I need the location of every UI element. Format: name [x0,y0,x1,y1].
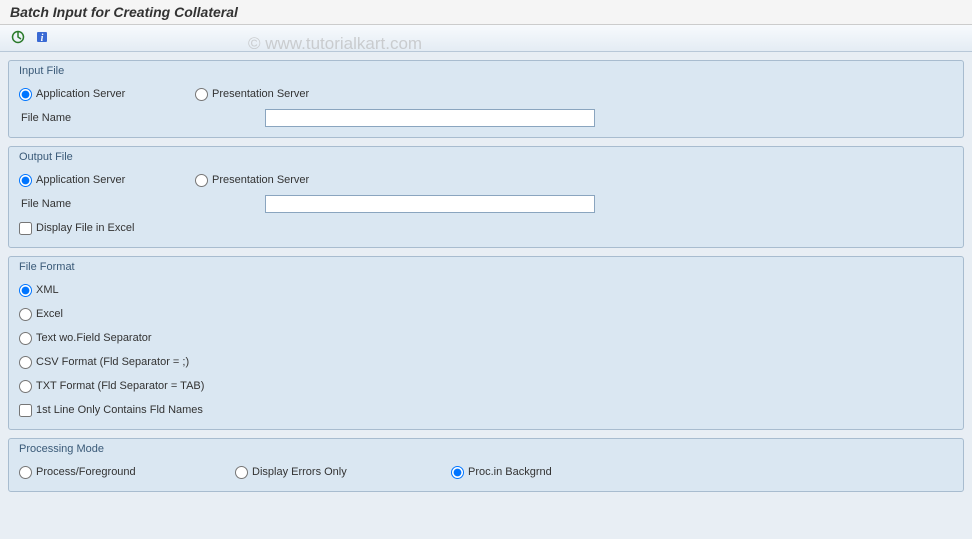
execute-icon [11,30,25,47]
radio-xml[interactable]: XML [19,284,59,297]
execute-button[interactable] [8,29,28,47]
radio-label: Presentation Server [212,88,309,100]
svg-text:i: i [41,33,44,44]
radio-label: Process/Foreground [36,466,136,478]
radio-input[interactable] [19,356,32,369]
info-icon: i [35,30,49,47]
radio-app-server[interactable]: Application Server [19,174,189,187]
radio-foreground[interactable]: Process/Foreground [19,466,229,479]
file-name-label: File Name [19,112,259,124]
radio-errors[interactable]: Display Errors Only [235,466,445,479]
page-title: Batch Input for Creating Collateral [0,0,972,25]
content: Input File Application Server Presentati… [0,52,972,508]
group-output-file: Output File Application Server Presentat… [8,146,964,248]
radio-input[interactable] [19,174,32,187]
group-heading: File Format [9,257,963,275]
group-heading: Processing Mode [9,439,963,457]
radio-input[interactable] [19,88,32,101]
radio-label: Excel [36,308,63,320]
checkbox-input[interactable] [19,222,32,235]
radio-excel[interactable]: Excel [19,308,63,321]
radio-label: Application Server [36,174,125,186]
radio-input[interactable] [451,466,464,479]
radio-pres-server[interactable]: Presentation Server [195,174,365,187]
group-input-file: Input File Application Server Presentati… [8,60,964,138]
radio-label: Application Server [36,88,125,100]
file-name-label: File Name [19,198,259,210]
check-display-excel[interactable]: Display File in Excel [19,222,134,235]
checkbox-label: Display File in Excel [36,222,134,234]
radio-input[interactable] [195,88,208,101]
radio-input[interactable] [235,466,248,479]
radio-csv[interactable]: CSV Format (Fld Separator = ;) [19,356,189,369]
radio-label: Proc.in Backgrnd [468,466,552,478]
file-name-input[interactable] [265,195,595,213]
checkbox-label: 1st Line Only Contains Fld Names [36,404,203,416]
radio-label: CSV Format (Fld Separator = ;) [36,356,189,368]
radio-label: TXT Format (Fld Separator = TAB) [36,380,204,392]
group-heading: Output File [9,147,963,165]
radio-input[interactable] [195,174,208,187]
group-heading: Input File [9,61,963,79]
radio-text-wo[interactable]: Text wo.Field Separator [19,332,152,345]
checkbox-input[interactable] [19,404,32,417]
radio-input[interactable] [19,284,32,297]
radio-label: Display Errors Only [252,466,347,478]
file-name-input[interactable] [265,109,595,127]
radio-app-server[interactable]: Application Server [19,88,189,101]
check-first-line[interactable]: 1st Line Only Contains Fld Names [19,404,203,417]
radio-input[interactable] [19,466,32,479]
group-processing-mode: Processing Mode Process/Foreground Displ… [8,438,964,492]
radio-label: Presentation Server [212,174,309,186]
radio-label: Text wo.Field Separator [36,332,152,344]
radio-input[interactable] [19,332,32,345]
radio-input[interactable] [19,308,32,321]
radio-label: XML [36,284,59,296]
radio-txt[interactable]: TXT Format (Fld Separator = TAB) [19,380,204,393]
radio-background[interactable]: Proc.in Backgrnd [451,466,661,479]
info-button[interactable]: i [32,29,52,47]
radio-input[interactable] [19,380,32,393]
group-file-format: File Format XML Excel Text wo.Field Sepa… [8,256,964,430]
radio-pres-server[interactable]: Presentation Server [195,88,365,101]
toolbar: i [0,25,972,52]
